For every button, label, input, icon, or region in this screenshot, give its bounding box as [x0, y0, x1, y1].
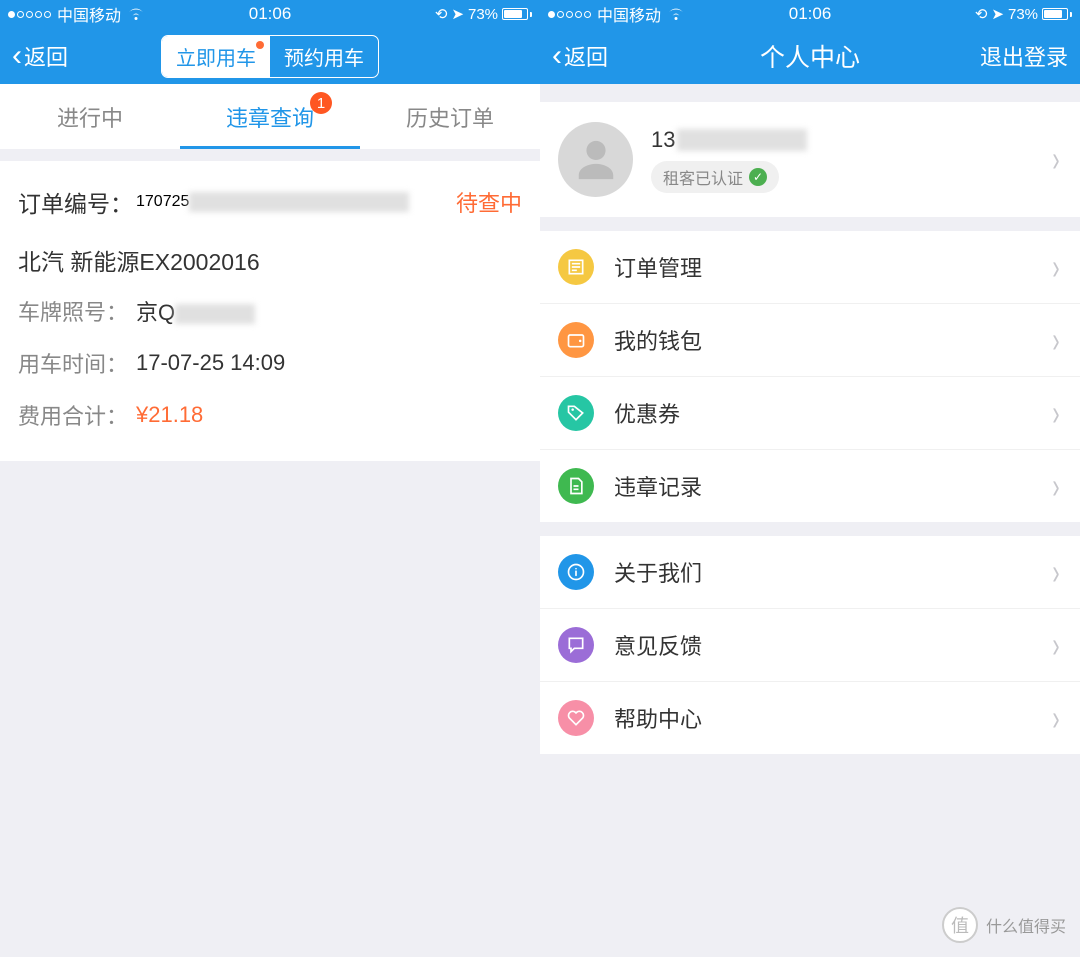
carrier-label: 中国移动 — [57, 2, 121, 26]
chevron-right-icon: › — [1052, 479, 1059, 493]
phone-number: 13 — [651, 127, 1050, 153]
battery-icon — [502, 8, 532, 20]
menu-group-2: 关于我们 › 意见反馈 › 帮助中心 › — [540, 536, 1080, 754]
use-time-value: 17-07-25 14:09 — [136, 350, 285, 376]
menu-violations[interactable]: 违章记录 › — [540, 450, 1080, 522]
signal-dots-icon — [8, 11, 51, 18]
badge-count: 1 — [310, 92, 332, 114]
use-car-segment: 立即用车 预约用车 — [161, 35, 379, 78]
order-status: 待查中 — [456, 186, 522, 218]
segment-reserve[interactable]: 预约用车 — [270, 36, 378, 77]
coupon-icon — [558, 395, 594, 431]
chevron-right-icon: › — [1052, 152, 1059, 166]
watermark-icon: 值 — [942, 907, 978, 943]
back-button[interactable]: ‹ 返回 — [12, 40, 68, 72]
logout-button[interactable]: 退出登录 — [980, 40, 1068, 72]
plate-value: 京Q — [136, 295, 255, 327]
use-time-label: 用车时间： — [18, 347, 136, 379]
screen-profile: 中国移动 01:06 ⟲ ➤ 73% ‹ 返回 个人中心 退出登录 — [540, 0, 1080, 957]
order-number-label: 订单编号： — [18, 185, 136, 219]
back-label: 返回 — [564, 40, 608, 72]
total-value: ¥21.18 — [136, 402, 203, 428]
tab-ongoing[interactable]: 进行中 — [0, 84, 180, 149]
wifi-icon — [127, 7, 145, 21]
document-icon — [558, 468, 594, 504]
feedback-icon — [558, 627, 594, 663]
heart-icon — [558, 700, 594, 736]
screen-violation-query: 中国移动 01:06 ⟲ ➤ 73% ‹ 返回 立即用车 — [0, 0, 540, 957]
order-card[interactable]: 订单编号： 170725 待查中 北汽 新能源EX2002016 车牌照号： 京… — [0, 161, 540, 461]
chevron-right-icon: › — [1052, 565, 1059, 579]
total-label: 费用合计： — [18, 399, 136, 431]
menu-group-1: 订单管理 › 我的钱包 › 优惠券 › 违章记录 › — [540, 231, 1080, 522]
order-tabs: 进行中 违章查询 1 历史订单 — [0, 84, 540, 149]
check-icon: ✓ — [749, 168, 767, 186]
back-label: 返回 — [24, 40, 68, 72]
orders-icon — [558, 249, 594, 285]
chevron-right-icon: › — [1052, 638, 1059, 652]
carrier-label: 中国移动 — [597, 2, 661, 26]
wallet-icon — [558, 322, 594, 358]
wifi-icon — [667, 7, 685, 21]
watermark-text: 什么值得买 — [986, 913, 1066, 937]
status-time: 01:06 — [249, 4, 292, 24]
tab-history[interactable]: 历史订单 — [360, 84, 540, 149]
menu-coupon[interactable]: 优惠券 › — [540, 377, 1080, 450]
signal-dots-icon — [548, 11, 591, 18]
battery-percent: 73% — [468, 6, 498, 23]
chevron-left-icon: ‹ — [12, 41, 22, 71]
chevron-right-icon: › — [1052, 711, 1059, 725]
chevron-right-icon: › — [1052, 406, 1059, 420]
menu-about[interactable]: 关于我们 › — [540, 536, 1080, 609]
status-time: 01:06 — [789, 4, 832, 24]
segment-now[interactable]: 立即用车 — [162, 36, 270, 77]
status-bar: 中国移动 01:06 ⟲ ➤ 73% — [540, 0, 1080, 28]
menu-wallet[interactable]: 我的钱包 › — [540, 304, 1080, 377]
order-number-value: 170725 — [136, 192, 409, 212]
verified-chip: 租客已认证 ✓ — [651, 161, 779, 193]
back-button[interactable]: ‹ 返回 — [552, 40, 608, 72]
lock-icon: ⟲ — [975, 5, 988, 23]
car-model: 北汽 新能源EX2002016 — [18, 229, 522, 285]
nav-bar: ‹ 返回 立即用车 预约用车 — [0, 28, 540, 84]
menu-feedback[interactable]: 意见反馈 › — [540, 609, 1080, 682]
location-icon: ➤ — [451, 5, 464, 23]
page-title: 个人中心 — [760, 38, 860, 74]
chevron-left-icon: ‹ — [552, 41, 562, 71]
lock-icon: ⟲ — [435, 5, 448, 23]
menu-orders[interactable]: 订单管理 › — [540, 231, 1080, 304]
watermark: 值 什么值得买 — [942, 907, 1066, 943]
status-bar: 中国移动 01:06 ⟲ ➤ 73% — [0, 0, 540, 28]
battery-percent: 73% — [1008, 6, 1038, 23]
menu-help[interactable]: 帮助中心 › — [540, 682, 1080, 754]
info-icon — [558, 554, 594, 590]
avatar — [558, 122, 633, 197]
nav-bar: ‹ 返回 个人中心 退出登录 — [540, 28, 1080, 84]
notification-dot-icon — [256, 41, 264, 49]
plate-label: 车牌照号： — [18, 295, 136, 327]
tab-violation[interactable]: 违章查询 1 — [180, 84, 360, 149]
chevron-right-icon: › — [1052, 333, 1059, 347]
battery-icon — [1042, 8, 1072, 20]
profile-card[interactable]: 13 租客已认证 ✓ › — [540, 102, 1080, 217]
chevron-right-icon: › — [1052, 260, 1059, 274]
location-icon: ➤ — [991, 5, 1004, 23]
